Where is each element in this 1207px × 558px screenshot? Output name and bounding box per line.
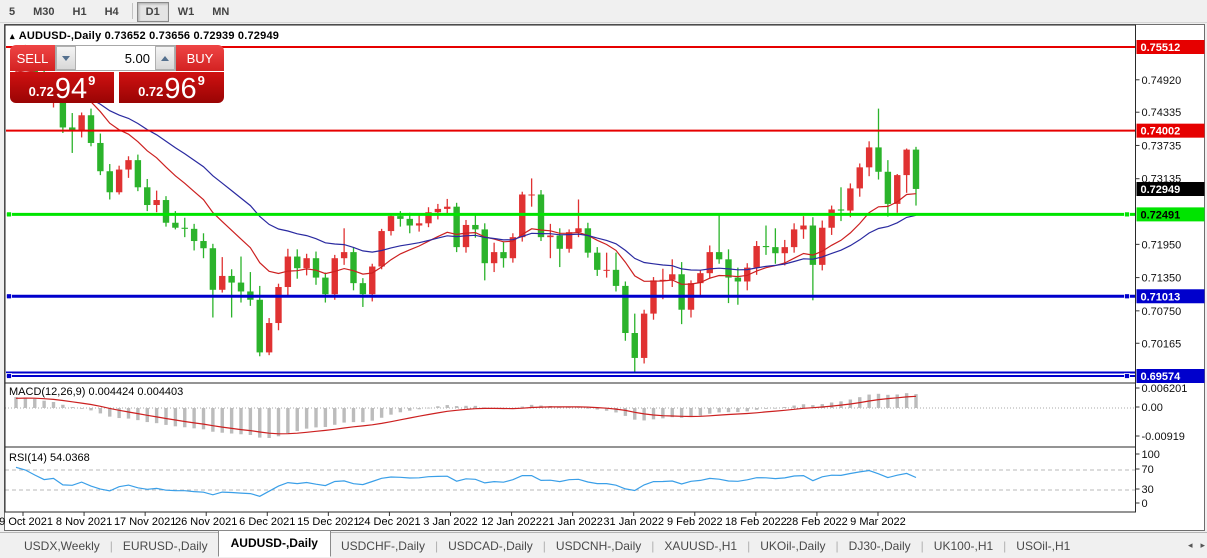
timeframe-button-mn[interactable]: MN — [203, 2, 238, 22]
timeframe-button-m30[interactable]: M30 — [24, 2, 63, 22]
tabs-scroll-left-icon[interactable]: ◂ — [1188, 540, 1193, 551]
tab-ukoil-daily[interactable]: UKOil-,Daily — [750, 535, 835, 557]
tab-usdx-weekly[interactable]: USDX,Weekly — [14, 535, 110, 557]
buy-price-pip: 9 — [198, 73, 205, 88]
volume-value[interactable]: 5.00 — [76, 46, 155, 70]
buy-price-big: 96 — [164, 76, 196, 102]
toolbar-separator — [132, 3, 133, 19]
timeframe-button-5[interactable]: 5 — [0, 2, 24, 22]
sell-price-pip: 9 — [88, 73, 95, 88]
chart-symbol-label: AUDUSD-,Daily — [19, 30, 102, 42]
collapse-triangle-icon: ▴ — [10, 31, 15, 41]
sell-price-base: 0.72 — [29, 84, 54, 99]
triangle-down-icon — [62, 56, 70, 61]
sell-price-big: 94 — [55, 76, 87, 102]
volume-increase-button[interactable] — [155, 46, 175, 70]
volume-spinner: 5.00 — [55, 45, 176, 71]
timeframe-button-h4[interactable]: H4 — [96, 2, 128, 22]
sell-button[interactable]: SELL — [10, 45, 55, 71]
tab-xauusd-h1[interactable]: XAUUSD-,H1 — [654, 535, 747, 557]
tab-usdcnh-daily[interactable]: USDCNH-,Daily — [546, 535, 651, 557]
buy-price-tile[interactable]: 0.72 96 9 — [119, 72, 224, 103]
timeframe-toolbar: 5M30H1H4 D1W1MN — [0, 0, 1207, 23]
one-click-trade-panel: SELL 5.00 BUY 0.72 94 9 0.72 96 9 — [10, 45, 224, 103]
sell-price-tile[interactable]: 0.72 94 9 — [10, 72, 114, 103]
tab-uk100-h1[interactable]: UK100-,H1 — [924, 535, 1003, 557]
tab-usdcad-daily[interactable]: USDCAD-,Daily — [438, 535, 543, 557]
tab-usdchf-daily[interactable]: USDCHF-,Daily — [331, 535, 435, 557]
timeframe-button-w1[interactable]: W1 — [169, 2, 204, 22]
tab-eurusd-daily[interactable]: EURUSD-,Daily — [113, 535, 218, 557]
timeframe-button-d1[interactable]: D1 — [137, 2, 169, 22]
tab-audusd-daily[interactable]: AUDUSD-,Daily — [218, 530, 331, 557]
tabs-scroll-right-icon[interactable]: ▸ — [1200, 540, 1205, 551]
timeframe-button-h1[interactable]: H1 — [64, 2, 96, 22]
chart-title: ▴ AUDUSD-,Daily 0.73652 0.73656 0.72939 0… — [10, 30, 279, 42]
buy-button[interactable]: BUY — [176, 45, 224, 71]
buy-price-base: 0.72 — [138, 84, 163, 99]
tab-usoil-h1[interactable]: USOil-,H1 — [1006, 535, 1080, 557]
triangle-up-icon — [161, 56, 169, 61]
chart-ohlc-values: 0.73652 0.73656 0.72939 0.72949 — [105, 30, 279, 42]
tab-dj30-daily[interactable]: DJ30-,Daily — [839, 535, 921, 557]
volume-decrease-button[interactable] — [56, 46, 76, 70]
symbol-tab-bar: USDX,Weekly|EURUSD-,DailyAUDUSD-,DailyUS… — [0, 532, 1207, 558]
